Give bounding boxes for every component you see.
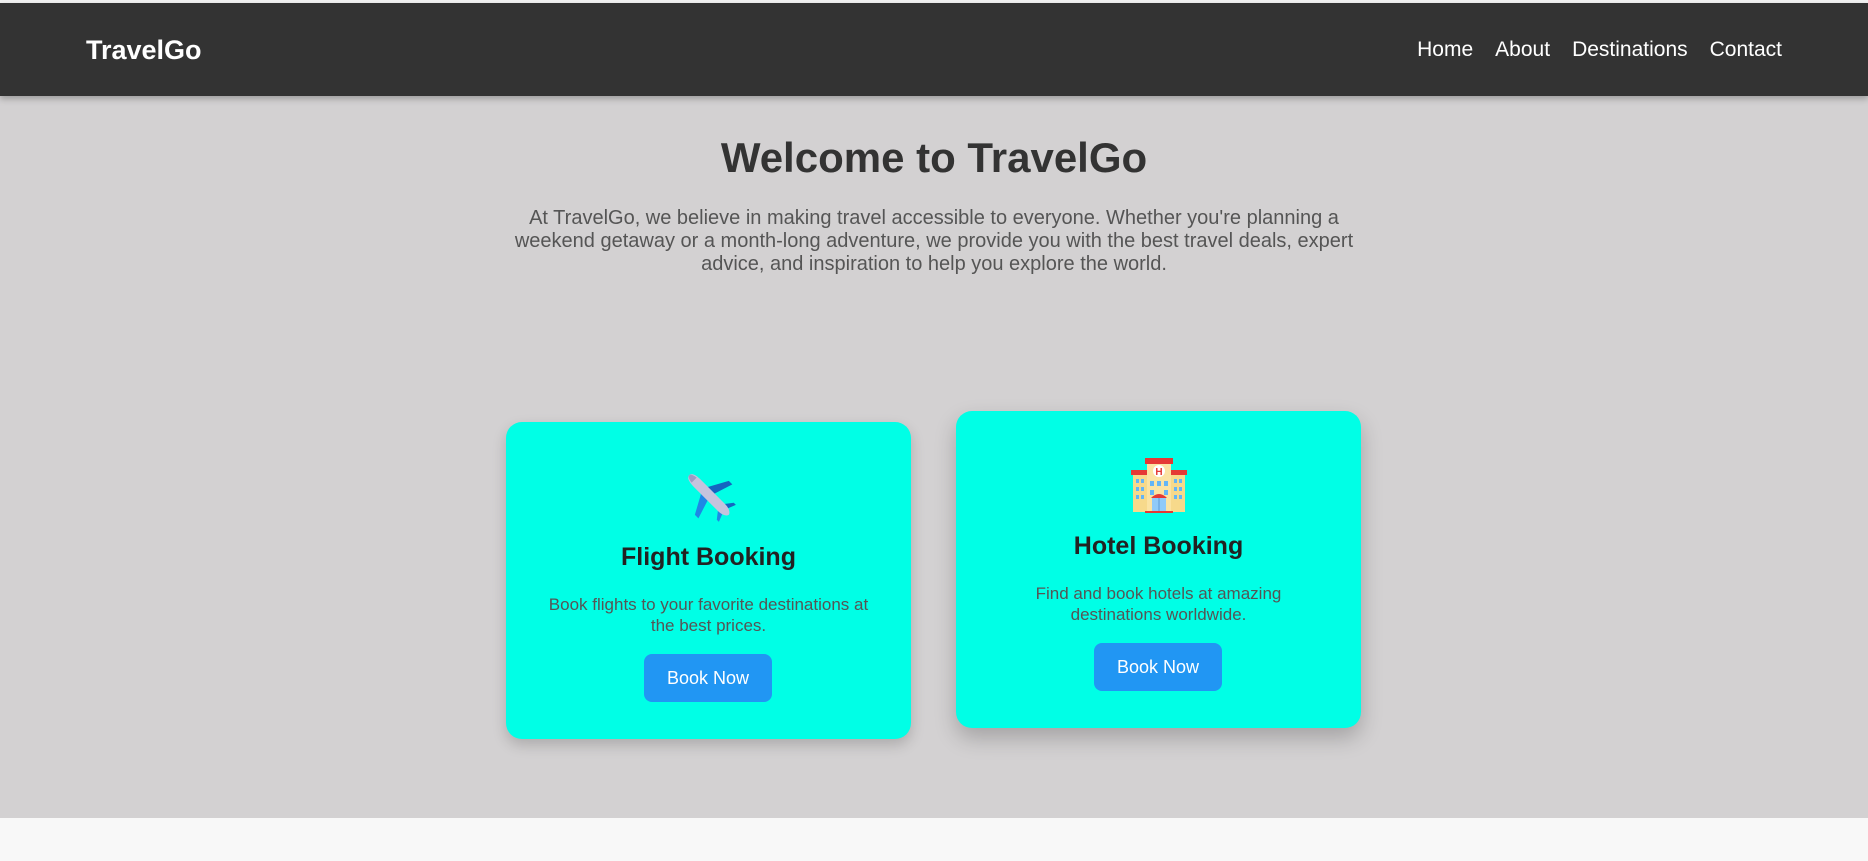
hero-section: Welcome to TravelGo At TravelGo, we beli… (0, 96, 1868, 818)
card-description: Find and book hotels at amazing destinat… (1035, 584, 1282, 624)
airplane-icon (506, 464, 911, 526)
flight-booking-card: Flight Booking Book flights to your favo… (506, 422, 911, 739)
svg-text:H: H (1155, 467, 1162, 478)
nav-link-home[interactable]: Home (1417, 36, 1473, 64)
hotel-booking-card: H Hotel Booking Find and book hotels at … (956, 411, 1361, 728)
card-title: Hotel Booking (1073, 532, 1244, 560)
brand-logo[interactable]: TravelGo (86, 34, 202, 66)
book-hotel-button[interactable]: Book Now (1094, 643, 1222, 691)
nav-link-contact[interactable]: Contact (1710, 36, 1782, 64)
card-title: Flight Booking (621, 543, 796, 571)
card-description: Book flights to your favorite destinatio… (548, 595, 869, 635)
nav-link-about[interactable]: About (1495, 36, 1550, 64)
hero-description: At TravelGo, we believe in making travel… (514, 207, 1354, 275)
nav-links: Home About Destinations Contact (1417, 36, 1782, 64)
nav-link-destinations[interactable]: Destinations (1572, 36, 1688, 64)
navbar: TravelGo Home About Destinations Contact (0, 3, 1868, 96)
hotel-icon: H (956, 453, 1361, 515)
book-flight-button[interactable]: Book Now (644, 654, 772, 702)
page-title: Welcome to TravelGo (720, 134, 1148, 181)
